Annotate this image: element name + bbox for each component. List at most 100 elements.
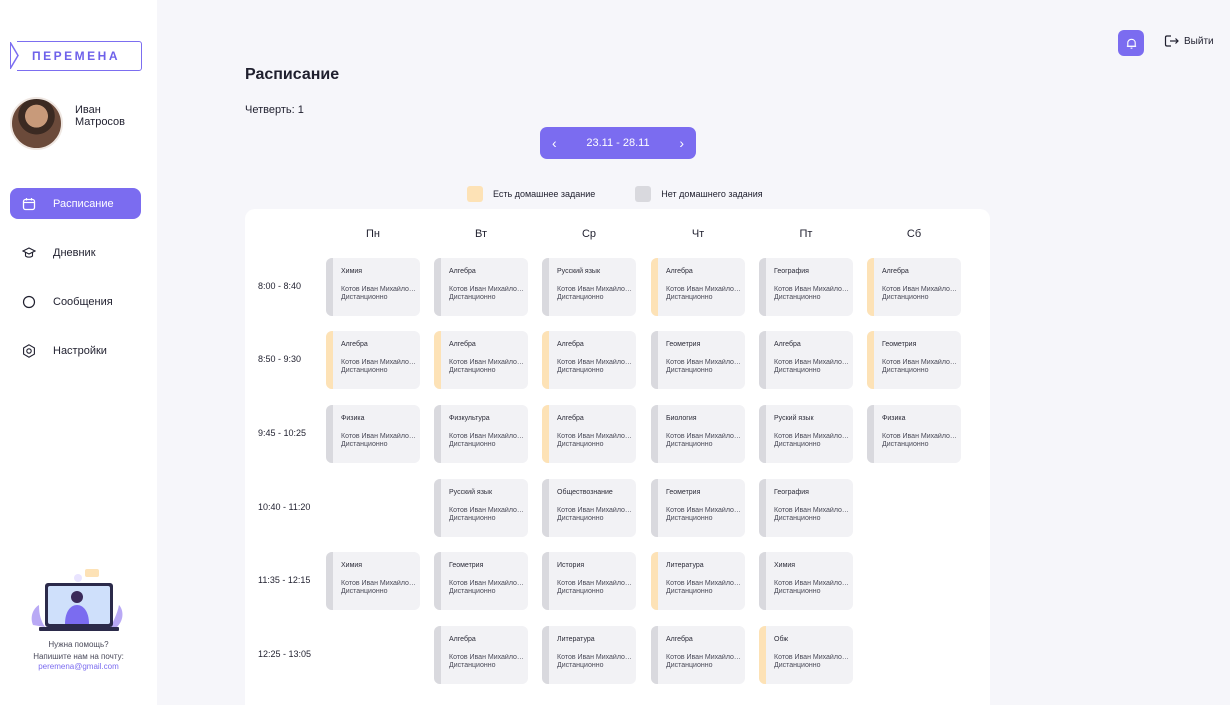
- lesson-card[interactable]: Литература Котов Иван Михайлович Дистанцио…: [651, 552, 745, 610]
- user-name: Иван Матросов: [75, 104, 125, 128]
- time-slot-label: 11:35 - 12:15: [258, 575, 311, 585]
- time-slot-label: 12:25 - 13:05: [258, 649, 312, 659]
- quarter-label: Четверть: 1: [245, 104, 304, 116]
- lesson-card[interactable]: Химия Котов Иван Михайлович Дистанционно: [759, 552, 853, 610]
- lesson-card[interactable]: География Котов Иван Михайлович Дистанцион…: [759, 479, 853, 537]
- lesson-card[interactable]: История Котов Иван Михайлович Дистанционно: [542, 552, 636, 610]
- lesson-teacher: Котов Иван Михайлович: [774, 654, 849, 661]
- homework-indicator: [651, 258, 658, 316]
- lesson-mode: Дистанционно: [557, 515, 604, 522]
- lesson-card[interactable]: Обществознание Котов Иван Михайлович Диста…: [542, 479, 636, 537]
- user-profile[interactable]: Иван Матросов: [10, 97, 125, 150]
- lesson-teacher: Котов Иван Михайлович: [666, 507, 741, 514]
- lesson-card[interactable]: Алгебра Котов Иван Михайлович Дистанционно: [434, 331, 528, 389]
- lesson-card[interactable]: Геометрия Котов Иван Михайлович Дистанцион…: [651, 331, 745, 389]
- avatar[interactable]: [10, 97, 63, 150]
- sidebar-item-settings[interactable]: Настройки: [10, 335, 141, 366]
- lesson-subject: Алгебра: [666, 636, 693, 643]
- notifications-button[interactable]: [1118, 30, 1144, 56]
- lesson-subject: Руский язык: [774, 415, 814, 422]
- lesson-card[interactable]: Русский язык Котов Иван Михайлович Дистанц…: [542, 258, 636, 316]
- lesson-mode: Дистанционно: [774, 294, 821, 301]
- help-email-link[interactable]: peremena@gmail.com: [0, 662, 157, 671]
- lesson-card[interactable]: Руский язык Котов Иван Михайлович Дистанци…: [759, 405, 853, 463]
- lesson-teacher: Котов Иван Михайлович: [666, 580, 741, 587]
- time-slot-label: 8:50 - 9:30: [258, 354, 302, 364]
- lesson-mode: Дистанционно: [882, 441, 929, 448]
- lesson-card[interactable]: Русский язык Котов Иван Михайлович Дистанц…: [434, 479, 528, 537]
- lesson-teacher: Котов Иван Михайлович: [449, 654, 524, 661]
- logo-mark-icon: [10, 42, 19, 69]
- lesson-card[interactable]: Литература Котов Иван Михайлович Дистанцио…: [542, 626, 636, 684]
- lesson-subject: Литература: [666, 562, 704, 569]
- lesson-mode: Дистанционно: [341, 441, 388, 448]
- lesson-card[interactable]: Физика Котов Иван Михайлович Дистанционно: [326, 405, 420, 463]
- lesson-card[interactable]: Обж Котов Иван Михайлович Дистанционно: [759, 626, 853, 684]
- sidebar-item-messages[interactable]: Сообщения: [10, 286, 141, 317]
- sidebar-item-schedule[interactable]: Расписание: [10, 188, 141, 219]
- lesson-subject: Алгебра: [557, 415, 584, 422]
- lesson-subject: Алгебра: [449, 268, 476, 275]
- chevron-right-icon[interactable]: ›: [679, 135, 684, 151]
- no-homework-indicator: [651, 626, 658, 684]
- lesson-mode: Дистанционно: [666, 441, 713, 448]
- lesson-card[interactable]: Геометрия Котов Иван Михайлович Дистанцион…: [651, 479, 745, 537]
- lesson-mode: Дистанционно: [557, 441, 604, 448]
- lesson-card[interactable]: Алгебра Котов Иван Михайлович Дистанционно: [434, 626, 528, 684]
- chevron-left-icon[interactable]: ‹: [552, 135, 557, 151]
- sidebar-nav: Расписание Дневник Сообщения Настройки: [10, 188, 141, 384]
- lesson-mode: Дистанционно: [557, 588, 604, 595]
- lesson-subject: Литература: [557, 636, 595, 643]
- lesson-teacher: Котов Иван Михайлович: [341, 433, 416, 440]
- lesson-card[interactable]: Алгебра Котов Иван Михайлович Дистанционно: [326, 331, 420, 389]
- lesson-subject: История: [557, 562, 585, 569]
- lesson-subject: Русский язык: [449, 489, 493, 496]
- lesson-subject: Физика: [341, 415, 365, 422]
- lesson-card[interactable]: Алгебра Котов Иван Михайлович Дистанционно: [542, 331, 636, 389]
- lesson-card[interactable]: Биология Котов Иван Михайлович Дистанционн…: [651, 405, 745, 463]
- logout-button[interactable]: Выйти: [1164, 34, 1214, 48]
- lesson-card[interactable]: Алгебра Котов Иван Михайлович Дистанционно: [651, 258, 745, 316]
- lesson-card[interactable]: Физика Котов Иван Михайлович Дистанционно: [867, 405, 961, 463]
- no-homework-indicator: [542, 258, 549, 316]
- help-text-line1: Нужна помощь?: [48, 640, 109, 649]
- lesson-card[interactable]: Алгебра Котов Иван Михайлович Дистанционно: [651, 626, 745, 684]
- homework-indicator: [867, 258, 874, 316]
- lesson-mode: Дистанционно: [449, 588, 496, 595]
- lesson-card[interactable]: Алгебра Котов Иван Михайлович Дистанционно: [434, 258, 528, 316]
- lesson-card[interactable]: Алгебра Котов Иван Михайлович Дистанционно: [542, 405, 636, 463]
- lesson-teacher: Котов Иван Михайлович: [449, 507, 524, 514]
- lesson-subject: Алгебра: [774, 341, 801, 348]
- lesson-card[interactable]: Алгебра Котов Иван Михайлович Дистанционно: [867, 258, 961, 316]
- lesson-mode: Дистанционно: [774, 662, 821, 669]
- app-logo[interactable]: ПЕРЕМЕНА: [9, 40, 142, 72]
- day-header: Чт: [691, 228, 705, 240]
- lesson-teacher: Котов Иван Михайлович: [774, 433, 849, 440]
- lesson-card[interactable]: Геометрия Котов Иван Михайлович Дистанцион…: [867, 331, 961, 389]
- lesson-subject: Геометрия: [666, 341, 701, 348]
- lesson-teacher: Котов Иван Михайлович: [666, 359, 741, 366]
- no-homework-indicator: [326, 552, 333, 610]
- no-homework-indicator: [759, 258, 766, 316]
- lesson-card[interactable]: География Котов Иван Михайлович Дистанцион…: [759, 258, 853, 316]
- week-navigator: ‹ 23.11 - 28.11 ›: [540, 127, 696, 159]
- lesson-card[interactable]: Геометрия Котов Иван Михайлович Дистанцион…: [434, 552, 528, 610]
- logout-icon: [1164, 35, 1179, 47]
- lesson-card[interactable]: Алгебра Котов Иван Михайлович Дистанционно: [759, 331, 853, 389]
- lesson-card[interactable]: Химия Котов Иван Михайлович Дистанционно: [326, 258, 420, 316]
- user-first-name: Иван: [75, 104, 101, 116]
- lesson-teacher: Котов Иван Михайлович: [449, 286, 524, 293]
- lesson-subject: Физика: [882, 415, 906, 422]
- lesson-mode: Дистанционно: [666, 367, 713, 374]
- time-slot-label: 8:00 - 8:40: [258, 281, 302, 291]
- lesson-mode: Дистанционно: [882, 367, 929, 374]
- no-homework-indicator: [434, 258, 441, 316]
- lesson-mode: Дистанционно: [341, 367, 388, 374]
- homework-indicator: [326, 331, 333, 389]
- sidebar-item-diary[interactable]: Дневник: [10, 237, 141, 268]
- lesson-mode: Дистанционно: [557, 294, 604, 301]
- lesson-card[interactable]: Физкультура Котов Иван Михайлович Дистанци…: [434, 405, 528, 463]
- lesson-card[interactable]: Химия Котов Иван Михайлович Дистанционно: [326, 552, 420, 610]
- no-homework-indicator: [867, 405, 874, 463]
- lesson-subject: География: [774, 489, 809, 496]
